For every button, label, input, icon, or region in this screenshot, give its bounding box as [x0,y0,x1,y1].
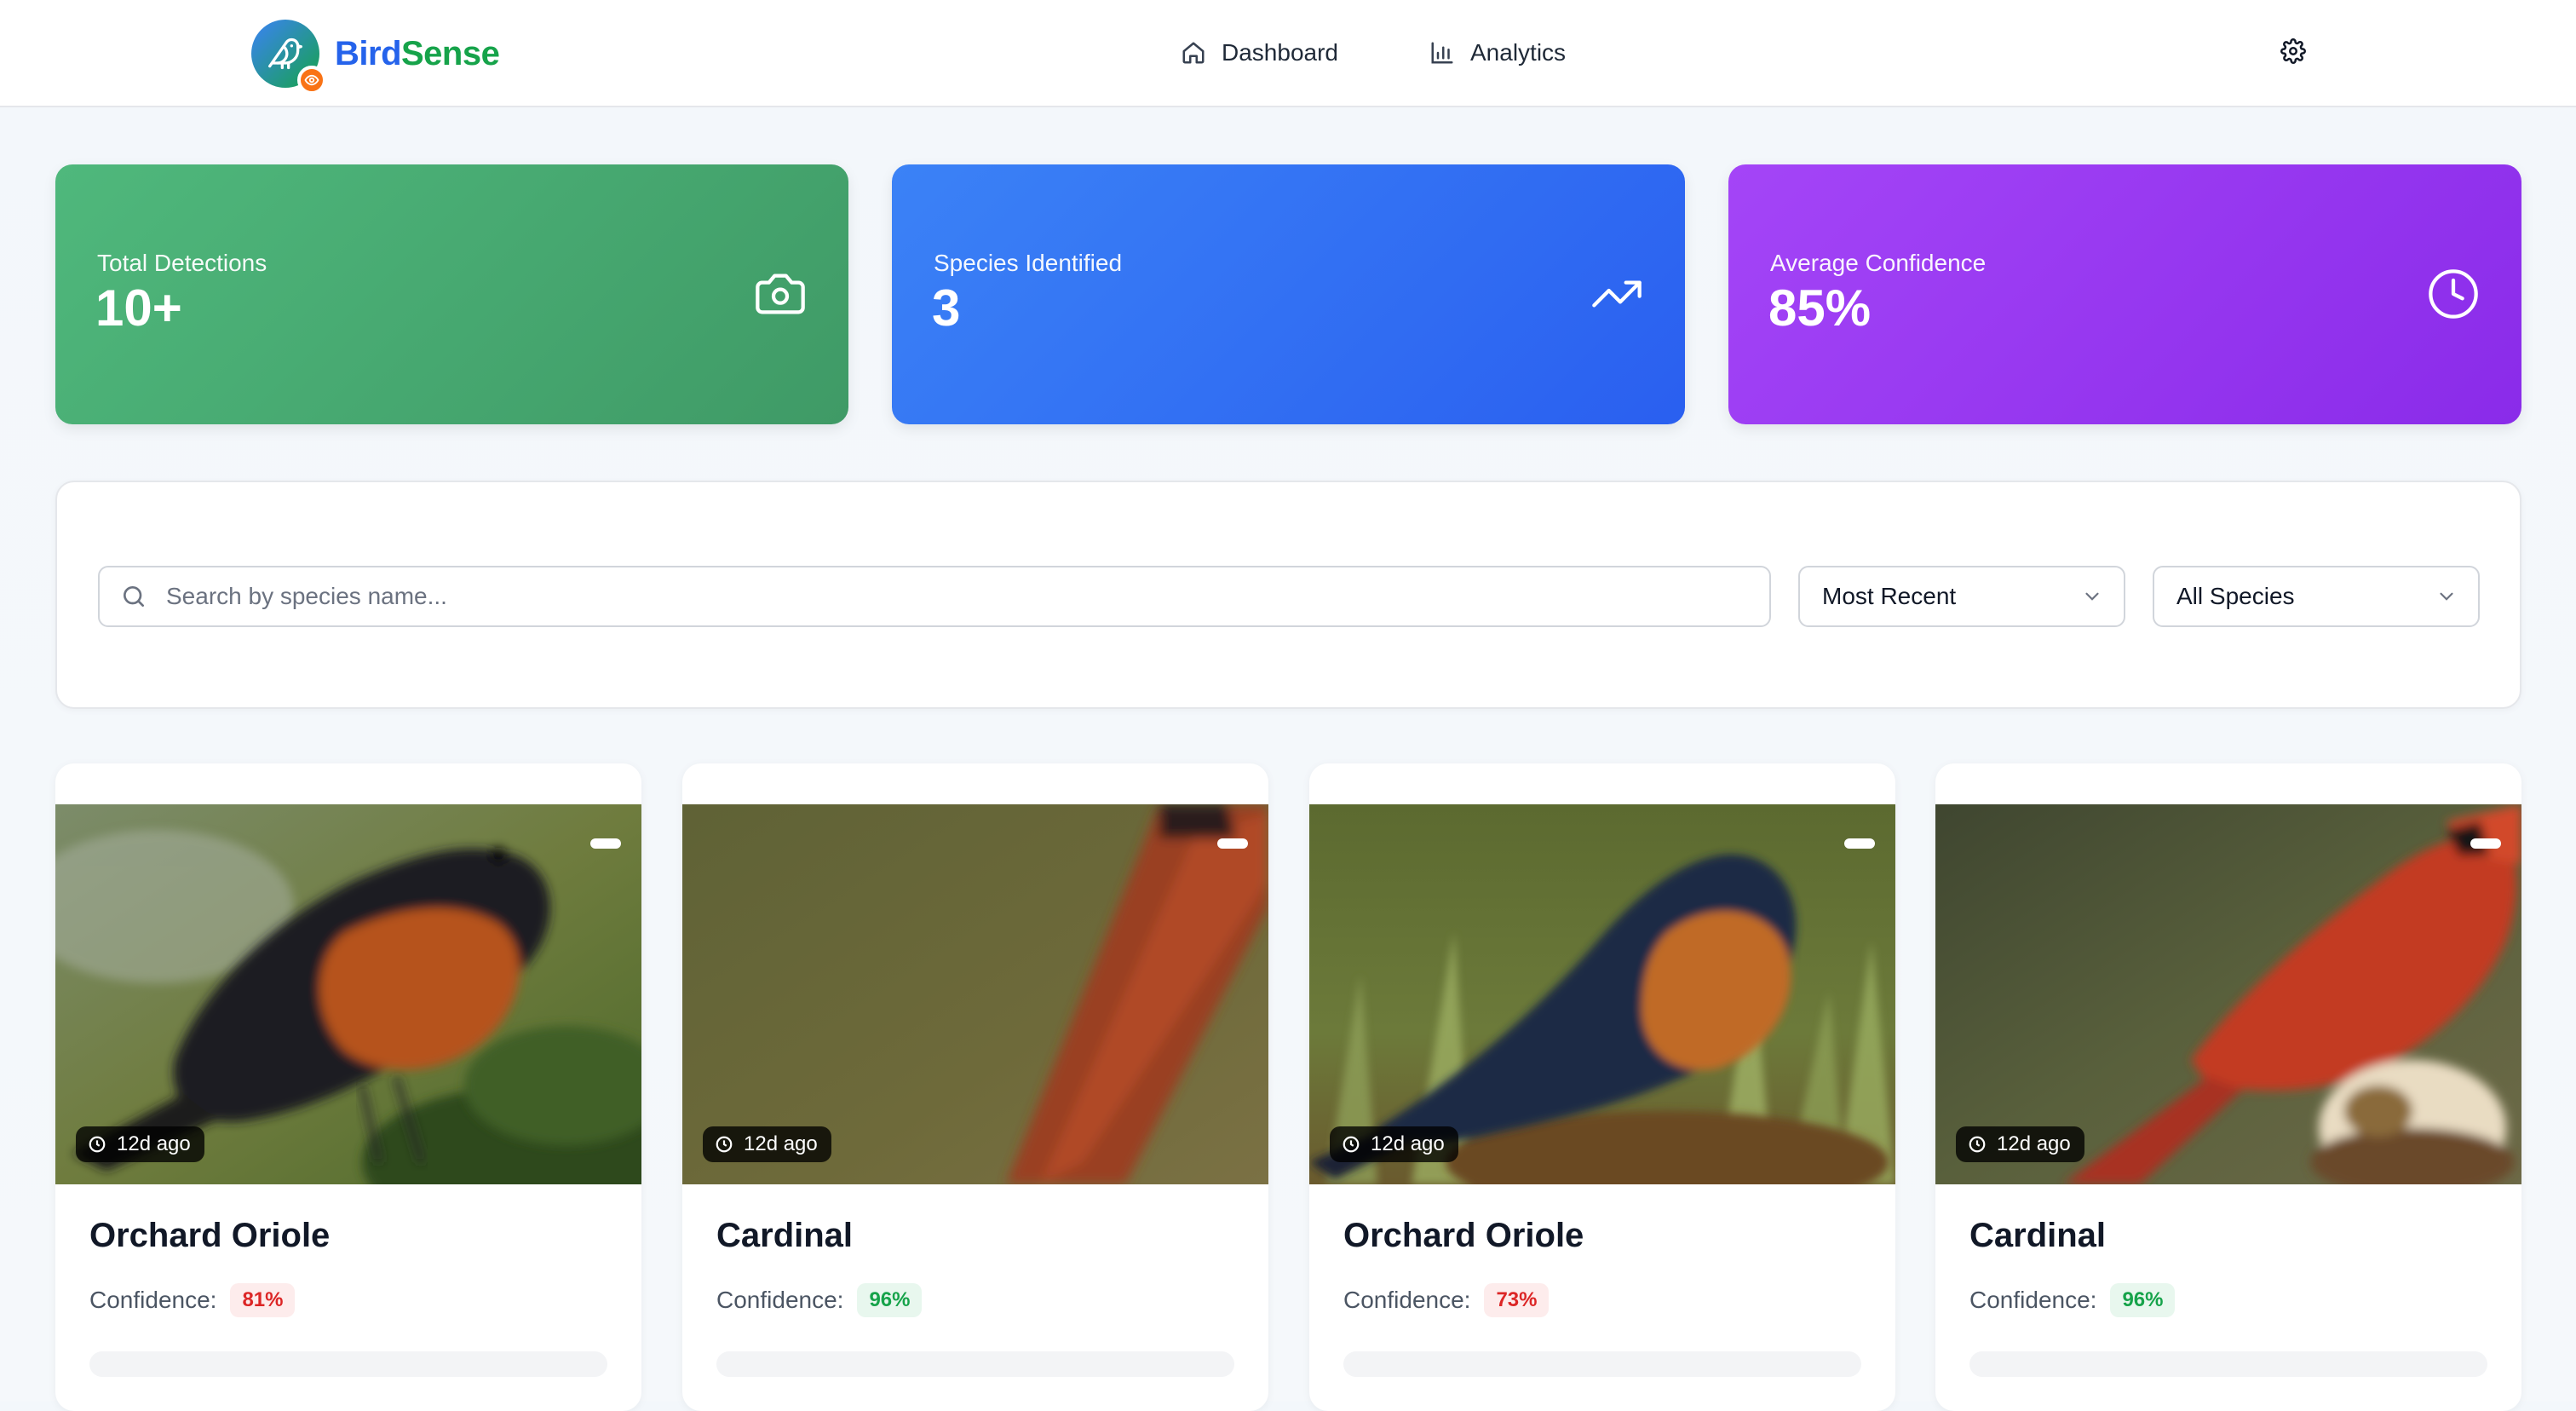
search-box[interactable] [98,566,1771,627]
stat-label: Average Confidence [1770,250,1987,276]
search-input[interactable] [166,571,1742,622]
clock-icon [1969,1136,1986,1153]
trending-up-icon [1592,280,1642,308]
sort-select-value: Most Recent [1822,583,1957,609]
confidence-row: Confidence: 96% [716,1283,923,1317]
species-name: Orchard Oriole [1343,1217,1584,1254]
confidence-row: Confidence: 96% [1969,1283,2176,1317]
detection-card[interactable]: 12d ago Orchard Oriole Confidence: 81% [55,763,641,1411]
clock-icon [2429,269,2478,319]
bar-chart-icon [1431,42,1453,64]
nav-dashboard-label: Dashboard [1222,39,1338,66]
bird-photo: 12d ago [55,804,641,1184]
confidence-label: Confidence: [716,1287,844,1313]
stat-value: 85% [1768,279,1872,337]
status-pill [2470,838,2501,849]
loading-placeholder [1969,1351,2487,1377]
top-navbar: BirdSense Dashboard Analytics [0,0,2576,107]
time-ago: 12d ago [744,1132,818,1155]
stat-card-average-confidence: Average Confidence 85% [1728,164,2521,424]
eye-badge-icon [297,66,326,95]
brand-logo[interactable]: BirdSense [251,19,500,95]
confidence-badge: 73% [1484,1283,1550,1317]
gear-icon [2280,38,2306,64]
sort-select[interactable]: Most Recent [1798,566,2125,627]
time-badge: 12d ago [703,1126,831,1162]
settings-button[interactable] [2278,36,2309,66]
bird-photo: 12d ago [1309,804,1895,1184]
time-ago: 12d ago [1997,1132,2071,1155]
species-select-value: All Species [2176,583,2295,609]
brand-name: BirdSense [335,34,500,72]
clock-icon [1343,1136,1360,1153]
confidence-label: Confidence: [1969,1287,2097,1313]
search-icon [124,586,144,607]
chevron-down-icon [2440,592,2453,601]
bird-photo: 12d ago [682,804,1268,1184]
nav-dashboard[interactable]: Dashboard [1181,0,1338,106]
filter-panel: Most Recent All Species [55,481,2521,709]
confidence-label: Confidence: [1343,1287,1471,1313]
status-pill [1217,838,1248,849]
detection-card[interactable]: 12d ago Cardinal Confidence: 96% [682,763,1268,1411]
time-badge: 12d ago [76,1126,204,1162]
nav-analytics[interactable]: Analytics [1429,0,1566,106]
clock-icon [89,1136,106,1153]
species-name: Orchard Oriole [89,1217,331,1254]
time-ago: 12d ago [1371,1132,1445,1155]
confidence-badge: 96% [857,1283,923,1317]
detection-card[interactable]: 12d ago Cardinal Confidence: 96% [1935,763,2521,1411]
stat-value: 3 [932,279,961,337]
bird-logo-icon [251,20,326,95]
confidence-row: Confidence: 73% [1343,1283,1550,1317]
bird-photo: 12d ago [1935,804,2521,1184]
clock-icon [716,1136,733,1153]
confidence-row: Confidence: 81% [89,1283,296,1317]
stat-value: 10+ [95,279,182,337]
camera-icon [756,274,805,314]
loading-placeholder [716,1351,1234,1377]
species-name: Cardinal [1969,1217,2107,1254]
home-icon [1182,42,1205,64]
status-pill [590,838,621,849]
species-select[interactable]: All Species [2153,566,2480,627]
loading-placeholder [1343,1351,1861,1377]
confidence-badge: 96% [2110,1283,2176,1317]
status-pill [1844,838,1875,849]
time-badge: 12d ago [1330,1126,1458,1162]
stat-card-species-identified: Species Identified 3 [892,164,1685,424]
species-name: Cardinal [716,1217,854,1254]
time-badge: 12d ago [1956,1126,2084,1162]
stat-label: Total Detections [97,250,267,276]
time-ago: 12d ago [117,1132,191,1155]
loading-placeholder [89,1351,607,1377]
confidence-badge: 81% [230,1283,296,1317]
confidence-label: Confidence: [89,1287,217,1313]
detection-card[interactable]: 12d ago Orchard Oriole Confidence: 73% [1309,763,1895,1411]
chevron-down-icon [2085,592,2099,601]
stat-card-total-detections: Total Detections 10+ [55,164,848,424]
nav-analytics-label: Analytics [1470,39,1567,66]
stat-label: Species Identified [934,250,1123,276]
